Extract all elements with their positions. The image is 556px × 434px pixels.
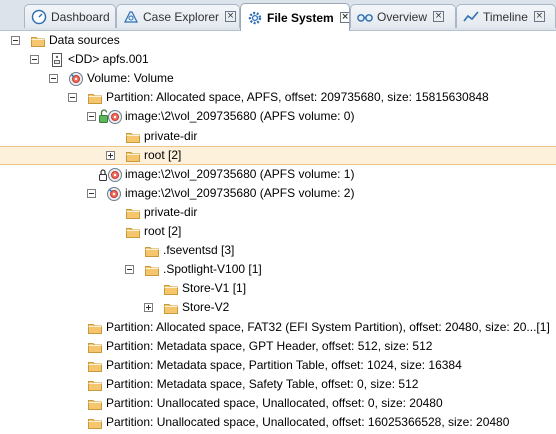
locked-volume-icon — [99, 167, 123, 183]
collapse-toggle[interactable] — [11, 36, 20, 45]
tab-case-explorer[interactable]: Case Explorer × — [116, 4, 240, 28]
file-system-tree: Data sources <DD> apfs.001 Volume: Volum… — [0, 31, 556, 434]
tree-row[interactable]: Volume: Volume — [0, 69, 556, 88]
collapse-toggle[interactable] — [87, 189, 96, 198]
tree-row[interactable]: Partition: Allocated space, APFS, offset… — [0, 88, 556, 107]
tab-file-system[interactable]: File System × — [240, 3, 350, 31]
tree-item-label: <DD> apfs.001 — [68, 52, 149, 66]
collapse-toggle[interactable] — [125, 265, 134, 274]
collapse-toggle[interactable] — [49, 74, 58, 83]
tab-label: Case Explorer — [143, 9, 220, 24]
tree-item-label: Store-V2 — [182, 300, 230, 314]
gauge-icon — [31, 9, 47, 25]
folder-icon — [87, 358, 103, 374]
unlocked-volume-icon — [99, 109, 123, 125]
disk-image-icon — [49, 52, 65, 68]
tree-row[interactable]: .Spotlight-V100 [1] — [0, 260, 556, 279]
tree-row[interactable]: Partition: Metadata space, GPT Header, o… — [0, 337, 556, 356]
folder-icon — [87, 320, 103, 336]
folder-icon — [144, 262, 160, 278]
tree-row[interactable]: <DD> apfs.001 — [0, 50, 556, 69]
tree-row[interactable]: image:\2\vol_209735680 (APFS volume: 0) — [0, 107, 556, 126]
tree-item-label: Partition: Allocated space, FAT32 (EFI S… — [106, 320, 550, 334]
tree-item-label: private-dir — [144, 205, 198, 219]
tree-item-label: Data sources — [49, 33, 120, 47]
collapse-toggle[interactable] — [68, 93, 77, 102]
expand-toggle[interactable] — [106, 151, 115, 160]
close-icon[interactable]: × — [225, 11, 237, 22]
folder-icon — [87, 396, 103, 412]
folder-icon — [125, 129, 141, 145]
tree-item-label: Volume: Volume — [87, 71, 174, 85]
folder-icon — [87, 90, 103, 106]
tree-item-label: .fseventsd [3] — [163, 243, 235, 257]
tree-row[interactable]: Store-V2 — [0, 298, 556, 317]
folder-icon — [163, 300, 179, 316]
tree-row[interactable]: root [2] — [0, 222, 556, 241]
tree-item-label: Partition: Metadata space, GPT Header, o… — [106, 339, 433, 353]
tree-item-label: Partition: Metadata space, Partition Tab… — [106, 358, 462, 372]
file-system-window: Dashboard Case Explorer × File System × Ov… — [0, 0, 556, 434]
folder-icon — [87, 377, 103, 393]
folder-icon — [30, 33, 46, 49]
tab-label: Dashboard — [51, 9, 110, 24]
tab-timeline[interactable]: Timeline × — [456, 4, 556, 28]
tree-row[interactable]: Data sources — [0, 31, 556, 50]
tab-overview[interactable]: Overview × — [350, 4, 456, 28]
tree-row[interactable]: Partition: Unallocated space, Unallocate… — [0, 413, 556, 432]
expand-toggle[interactable] — [144, 303, 153, 312]
folder-icon — [125, 205, 141, 221]
folder-icon — [125, 224, 141, 240]
tab-label: Overview — [377, 9, 428, 24]
tree-row[interactable]: Store-V1 [1] — [0, 279, 556, 298]
tree-item-label: image:\2\vol_209735680 (APFS volume: 0) — [125, 109, 355, 123]
folder-icon — [144, 243, 160, 259]
close-icon[interactable]: × — [533, 11, 545, 22]
tab-dashboard[interactable]: Dashboard — [24, 4, 116, 28]
tree-item-label: image:\2\vol_209735680 (APFS volume: 1) — [125, 167, 355, 181]
gear-icon — [247, 10, 263, 26]
tree-item-label: Partition: Unallocated space, Unallocate… — [106, 415, 510, 429]
folder-icon — [125, 148, 141, 164]
tree-item-label: .Spotlight-V100 [1] — [163, 262, 262, 276]
glasses-icon — [357, 9, 373, 25]
tree-row[interactable]: Partition: Unallocated space, Unallocate… — [0, 394, 556, 413]
tree-row[interactable]: root [2] — [0, 146, 556, 165]
tree-row[interactable]: image:\2\vol_209735680 (APFS volume: 1) — [0, 165, 556, 184]
tree-row[interactable]: private-dir — [0, 127, 556, 146]
volume-icon — [68, 71, 84, 87]
case-explorer-icon — [123, 9, 139, 25]
tree-item-label: image:\2\vol_209735680 (APFS volume: 2) — [125, 186, 355, 200]
timeline-icon — [463, 9, 479, 25]
folder-icon — [87, 339, 103, 355]
volume-icon — [106, 186, 122, 202]
folder-icon — [87, 415, 103, 431]
tab-label: File System — [267, 10, 334, 25]
close-icon[interactable]: × — [433, 11, 445, 22]
tree-item-label: Store-V1 [1] — [182, 281, 247, 295]
tree-row[interactable]: private-dir — [0, 203, 556, 222]
tree-item-label: Partition: Unallocated space, Unallocate… — [106, 396, 443, 410]
tab-label: Timeline — [483, 9, 528, 24]
tree-item-label: Partition: Metadata space, Safety Table,… — [106, 377, 419, 391]
tree-item-label: root [2] — [144, 224, 182, 238]
tree-item-label: Partition: Allocated space, APFS, offset… — [106, 90, 489, 104]
tree-item-label: private-dir — [144, 129, 198, 143]
folder-icon — [163, 281, 179, 297]
tab-bar: Dashboard Case Explorer × File System × Ov… — [0, 0, 556, 31]
tree-row[interactable]: Partition: Allocated space, FAT32 (EFI S… — [0, 318, 556, 337]
close-icon[interactable]: × — [339, 12, 349, 23]
collapse-toggle[interactable] — [30, 55, 39, 64]
tree-row[interactable]: Partition: Metadata space, Safety Table,… — [0, 375, 556, 394]
collapse-toggle[interactable] — [87, 112, 96, 121]
tree-row[interactable]: Partition: Metadata space, Partition Tab… — [0, 356, 556, 375]
tree-row[interactable]: .fseventsd [3] — [0, 241, 556, 260]
tree-row[interactable]: image:\2\vol_209735680 (APFS volume: 2) — [0, 184, 556, 203]
tree-item-label: root [2] — [144, 148, 182, 162]
